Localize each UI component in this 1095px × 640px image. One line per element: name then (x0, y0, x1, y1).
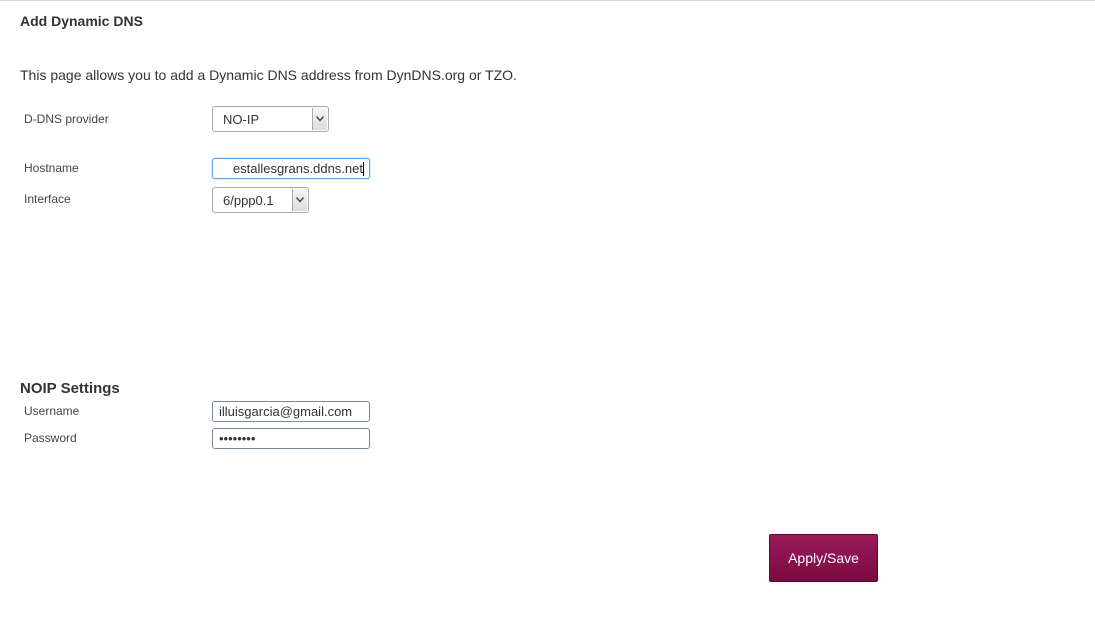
interface-dropdown-button[interactable] (292, 189, 307, 211)
hostname-input[interactable]: estallesgrans.ddns.net (212, 158, 370, 179)
interface-select[interactable]: 6/ppp0.1 (212, 187, 309, 213)
page-description: This page allows you to add a Dynamic DN… (20, 67, 517, 83)
interface-label: Interface (24, 192, 71, 206)
password-input-value: •••••••• (219, 431, 256, 446)
password-label: Password (24, 431, 77, 445)
hostname-label: Hostname (24, 161, 79, 175)
username-input-value: illuisgarcia@gmail.com (219, 404, 353, 419)
provider-dropdown-button[interactable] (312, 108, 327, 130)
username-input[interactable]: illuisgarcia@gmail.com (212, 401, 370, 422)
apply-save-button[interactable]: Apply/Save (769, 534, 878, 582)
password-input[interactable]: •••••••• (212, 428, 370, 449)
provider-select-value: NO-IP (223, 112, 260, 127)
page: Add Dynamic DNS This page allows you to … (0, 0, 1095, 640)
hostname-input-value: estallesgrans.ddns.net (232, 161, 363, 176)
provider-select[interactable]: NO-IP (212, 106, 329, 132)
page-title: Add Dynamic DNS (20, 13, 143, 29)
text-caret (363, 162, 364, 176)
interface-select-value: 6/ppp0.1 (223, 193, 274, 208)
chevron-down-icon (296, 197, 304, 203)
noip-settings-title: NOIP Settings (20, 380, 120, 397)
provider-label: D-DNS provider (24, 112, 109, 126)
chevron-down-icon (316, 116, 324, 122)
username-label: Username (24, 404, 80, 418)
